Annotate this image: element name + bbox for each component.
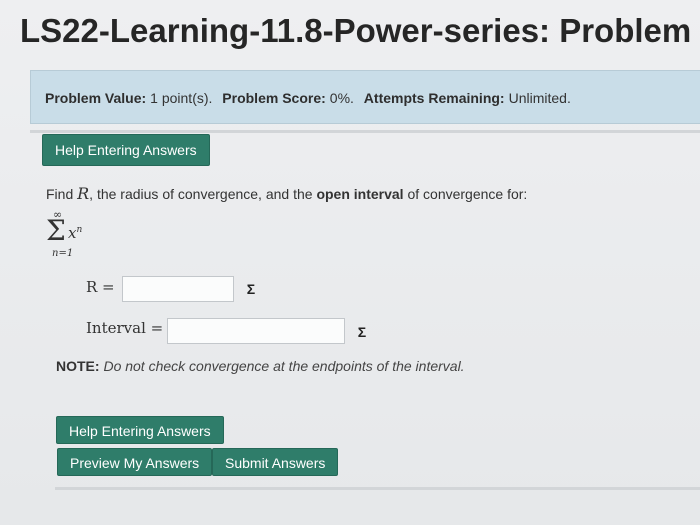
help-entering-answers-button-bottom[interactable]: Help Entering Answers bbox=[56, 416, 224, 444]
problem-info-bar: Problem Value: 1 point(s). Problem Score:… bbox=[30, 70, 700, 124]
page-title: LS22-Learning-11.8-Power-series: Problem bbox=[20, 12, 692, 49]
sum-symbol: Σ bbox=[46, 214, 66, 247]
note-body: Do not check convergence at the endpoint… bbox=[103, 358, 465, 374]
series-expression: ∞ Σ xn n=1 bbox=[46, 208, 106, 263]
problem-value: 1 point(s). bbox=[150, 90, 213, 106]
problem-prompt: Find R, the radius of convergence, and t… bbox=[46, 184, 527, 203]
submit-answers-button[interactable]: Submit Answers bbox=[212, 448, 339, 476]
problem-info-text: Problem Value: 1 point(s). Problem Score:… bbox=[45, 90, 577, 106]
prompt-variable-r: R bbox=[77, 184, 90, 203]
interval-answer-input[interactable] bbox=[167, 318, 345, 344]
footer-divider bbox=[55, 487, 700, 490]
attempts-label: Attempts Remaining: bbox=[363, 90, 505, 106]
problem-score: 0%. bbox=[329, 90, 354, 106]
r-answer-input[interactable] bbox=[122, 276, 234, 302]
prompt-middle: , the radius of convergence, and the bbox=[89, 186, 313, 202]
problem-score-label: Problem Score: bbox=[222, 90, 326, 106]
problem-value-label: Problem Value: bbox=[45, 90, 147, 106]
prompt-bold-open-interval: open interval bbox=[316, 186, 404, 202]
note-text: NOTE: Do not check convergence at the en… bbox=[56, 358, 465, 374]
interval-equation-editor-sigma-icon[interactable]: Σ bbox=[351, 321, 373, 343]
interval-label: Interval = bbox=[86, 319, 164, 337]
note-label: NOTE: bbox=[56, 358, 100, 374]
sum-term-exponent: n bbox=[76, 225, 83, 235]
r-label: R = bbox=[86, 278, 115, 296]
header-divider bbox=[30, 130, 700, 133]
prompt-start: Find bbox=[46, 186, 74, 202]
attempts-remaining: Unlimited. bbox=[508, 90, 571, 106]
help-entering-answers-button-top[interactable]: Help Entering Answers bbox=[42, 134, 210, 166]
preview-my-answers-button[interactable]: Preview My Answers bbox=[57, 448, 213, 476]
r-equation-editor-sigma-icon[interactable]: Σ bbox=[240, 278, 262, 300]
sum-lower-limit: n=1 bbox=[52, 248, 74, 259]
prompt-end: of convergence for: bbox=[407, 186, 528, 202]
sum-term: xn bbox=[68, 224, 82, 242]
